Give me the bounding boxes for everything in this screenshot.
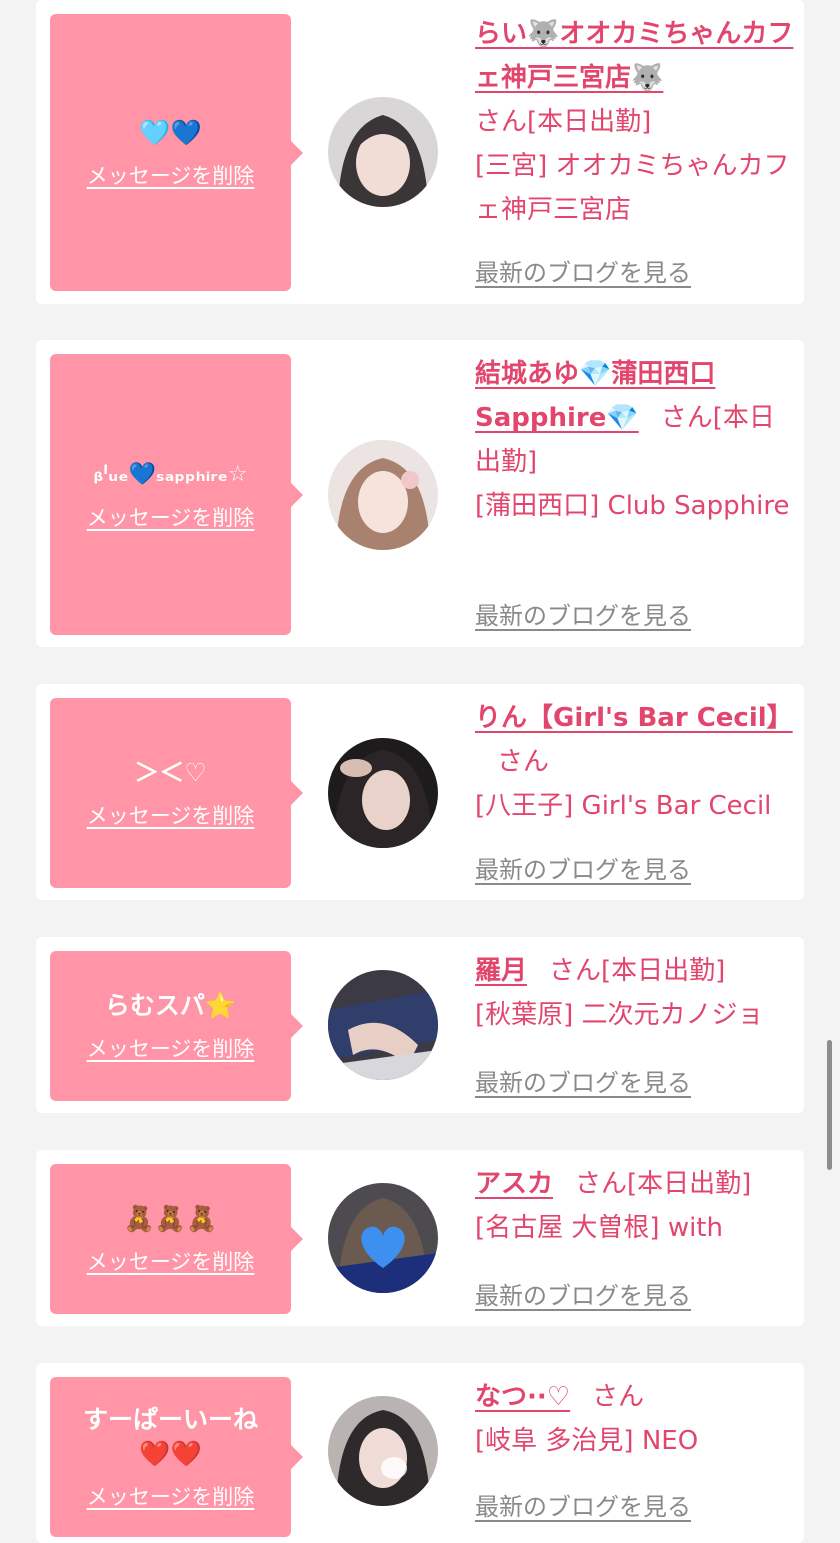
profile-suffix: さん (497, 747, 550, 777)
avatar-image (328, 738, 438, 848)
delete-message-link[interactable]: メッセージを削除 (87, 1246, 255, 1276)
shop-info: [秋葉原] 二次元カノジョ (475, 1000, 764, 1030)
avatar-image (328, 440, 438, 550)
delete-message-link[interactable]: メッセージを削除 (87, 1033, 255, 1063)
profile-info: アスカ さん[本日出勤] [名古屋 大曽根] with (475, 1162, 795, 1250)
avatar[interactable] (328, 97, 438, 207)
profile-name-link[interactable]: なつ··♡ (475, 1382, 570, 1412)
message-text: すーぱーいーね ❤️❤️ (82, 1405, 258, 1468)
message-text: ᵦˡᵤₑ💙ₛₐₚₚₕᵢᵣₑ☆ (93, 461, 248, 487)
message-bubble: ＞＜♡ メッセージを削除 (50, 698, 303, 888)
scrollbar[interactable] (827, 1040, 832, 1170)
profile-info: なつ··♡ さん [岐阜 多治見] NEO (475, 1375, 795, 1463)
view-blog-link[interactable]: 最新のブログを見る (475, 850, 691, 885)
view-blog-link[interactable]: 最新のブログを見る (475, 1487, 691, 1522)
message-card: 🩵💙 メッセージを削除 らい🐺オオカミちゃんカフェ神戸三宮店🐺 さん[本日出勤]… (36, 0, 804, 304)
shop-info: [八王子] Girl's Bar Cecil (475, 791, 772, 821)
delete-message-link[interactable]: メッセージを削除 (87, 502, 255, 532)
profile-suffix: さん (592, 1382, 645, 1412)
message-text: ＞＜♡ (134, 758, 207, 787)
shop-info: [名古屋 大曽根] with (475, 1213, 723, 1243)
message-text: 🧸🧸🧸 (123, 1204, 218, 1233)
shop-info: [岐阜 多治見] NEO (475, 1426, 699, 1456)
profile-suffix: さん[本日出勤] (549, 956, 726, 986)
profile-info: 結城あゆ💎蒲田西口Sapphire💎 さん[本日出勤] [蒲田西口] Club S… (475, 352, 795, 528)
avatar-image (328, 1396, 438, 1506)
profile-info: 羅月 さん[本日出勤] [秋葉原] 二次元カノジョ (475, 949, 795, 1037)
view-blog-link[interactable]: 最新のブログを見る (475, 253, 691, 288)
message-bubble: 🩵💙 メッセージを削除 (50, 14, 303, 291)
delete-message-link[interactable]: メッセージを削除 (87, 160, 255, 190)
message-bubble: らむスパ⭐ メッセージを削除 (50, 951, 303, 1101)
profile-suffix: さん[本日出勤] (475, 107, 652, 137)
message-card: ＞＜♡ メッセージを削除 りん【Girl's Bar Cecil】さん [八王子… (36, 684, 804, 900)
avatar-image (328, 1183, 438, 1293)
profile-name-link[interactable]: らい🐺オオカミちゃんカフェ神戸三宮店🐺 (475, 19, 793, 93)
message-bubble: ᵦˡᵤₑ💙ₛₐₚₚₕᵢᵣₑ☆ メッセージを削除 (50, 354, 303, 635)
profile-info: りん【Girl's Bar Cecil】さん [八王子] Girl's Bar … (475, 696, 795, 828)
profile-name-link[interactable]: 羅月 (475, 956, 527, 986)
profile-name-link[interactable]: アスカ (475, 1169, 553, 1199)
view-blog-link[interactable]: 最新のブログを見る (475, 1276, 691, 1311)
avatar[interactable] (328, 738, 438, 848)
message-card: らむスパ⭐ メッセージを削除 羅月 さん[本日出勤] [秋葉原] 二次元カノジョ … (36, 937, 804, 1113)
message-card: ᵦˡᵤₑ💙ₛₐₚₚₕᵢᵣₑ☆ メッセージを削除 結城あゆ💎蒲田西口Sapphir… (36, 340, 804, 647)
profile-name-link[interactable]: りん【Girl's Bar Cecil】 (475, 703, 793, 733)
avatar[interactable] (328, 970, 438, 1080)
avatar-image (328, 970, 438, 1080)
message-bubble: 🧸🧸🧸 メッセージを削除 (50, 1164, 303, 1314)
delete-message-link[interactable]: メッセージを削除 (87, 800, 255, 830)
avatar[interactable] (328, 1396, 438, 1506)
message-bubble: すーぱーいーね ❤️❤️ メッセージを削除 (50, 1377, 303, 1537)
delete-message-link[interactable]: メッセージを削除 (87, 1481, 255, 1511)
message-card: すーぱーいーね ❤️❤️ メッセージを削除 なつ··♡ さん [岐阜 多治見] N… (36, 1363, 804, 1543)
avatar[interactable] (328, 440, 438, 550)
profile-info: らい🐺オオカミちゃんカフェ神戸三宮店🐺 さん[本日出勤] [三宮] オオカミちゃ… (475, 12, 795, 232)
view-blog-link[interactable]: 最新のブログを見る (475, 596, 691, 631)
shop-info: [三宮] オオカミちゃんカフェ神戸三宮店 (475, 151, 790, 225)
avatar-image (328, 97, 438, 207)
message-card: 🧸🧸🧸 メッセージを削除 アスカ さん[本日出勤] [名古屋 大曽根] with … (36, 1150, 804, 1326)
view-blog-link[interactable]: 最新のブログを見る (475, 1063, 691, 1098)
message-text: 🩵💙 (139, 117, 202, 147)
avatar[interactable] (328, 1183, 438, 1293)
shop-info: [蒲田西口] Club Sapphire (475, 491, 790, 521)
message-text: らむスパ⭐ (104, 991, 237, 1020)
profile-suffix: さん[本日出勤] (575, 1169, 752, 1199)
